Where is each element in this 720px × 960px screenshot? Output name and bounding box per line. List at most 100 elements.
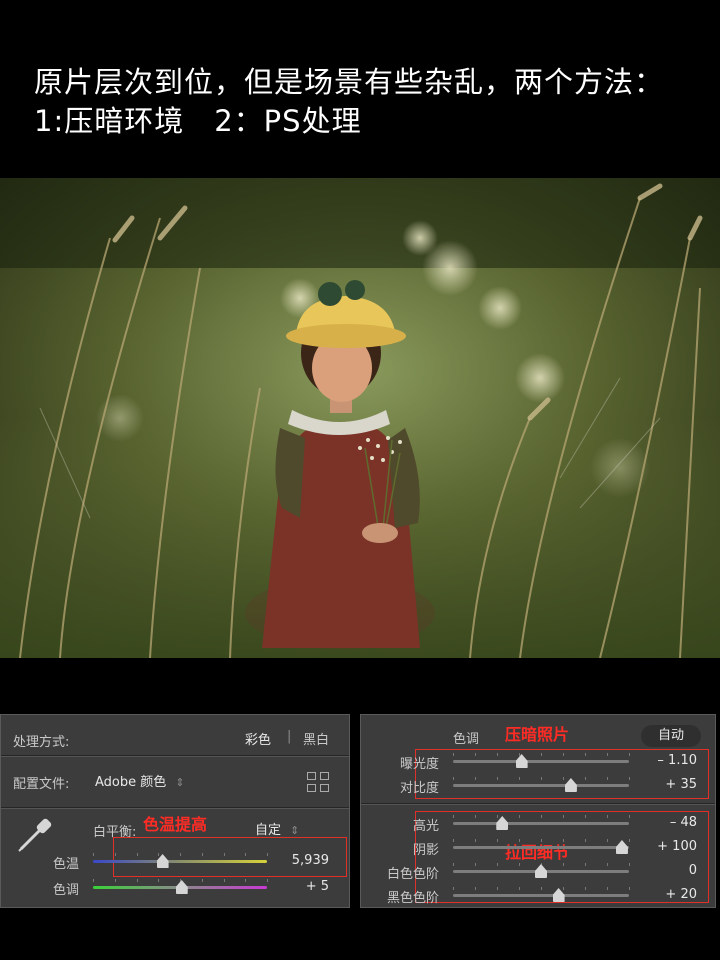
bw-option[interactable]: 黑白 <box>303 729 329 748</box>
slider-tick <box>453 839 454 842</box>
slider-track[interactable] <box>93 860 267 863</box>
slider-tick <box>114 879 116 882</box>
slider-tick <box>607 839 608 842</box>
slider-tick <box>629 887 630 890</box>
profile-browser-grid-icon[interactable] <box>307 772 331 794</box>
slider-tick <box>180 853 181 856</box>
slider-value[interactable]: + 100 <box>657 839 697 854</box>
wb-dropdown[interactable]: 自定 ⇕ <box>255 819 299 838</box>
slider-tick <box>453 887 454 890</box>
slider-tick <box>93 853 94 856</box>
slider-value[interactable]: + 35 <box>665 777 697 792</box>
slider-value[interactable]: + 20 <box>665 887 697 902</box>
slider-tick <box>563 753 564 756</box>
slider-tick <box>497 753 498 756</box>
slider-tick <box>563 863 564 866</box>
slider-tick <box>497 815 498 818</box>
basic-panel-left: 处理方式: 彩色 | 黑白 配置文件: Adobe 颜色 ⇕ 白平衡: 自定 ⇕… <box>0 714 350 908</box>
slider-tick <box>475 863 476 866</box>
slider-tick <box>541 815 542 818</box>
slider-row: 高光 – 48 <box>361 813 715 834</box>
slider-tick <box>475 815 476 818</box>
slider-tick <box>629 753 630 756</box>
slider-tick <box>563 777 564 780</box>
slider-tick <box>453 815 454 818</box>
slider-tick <box>585 777 586 780</box>
slider-label: 曝光度 <box>399 757 439 772</box>
slider-tick <box>114 853 116 856</box>
color-option[interactable]: 彩色 <box>245 729 271 748</box>
slider-tick <box>158 879 160 882</box>
slider-tick <box>519 863 520 866</box>
eyedropper-icon[interactable] <box>15 815 55 855</box>
slider-row: 对比度 + 35 <box>361 775 715 796</box>
slider-tick <box>541 887 542 890</box>
profile-dropdown[interactable]: Adobe 颜色 ⇕ <box>95 771 185 790</box>
slider-label: 色调 <box>52 883 79 898</box>
slider-tick <box>519 839 520 842</box>
slider-tick <box>563 887 564 890</box>
slider-tick <box>563 839 564 842</box>
slider-tick <box>585 815 586 818</box>
slider-tick <box>585 887 586 890</box>
slider-tick <box>93 879 94 882</box>
slider-tick <box>136 879 138 882</box>
slider-track[interactable] <box>453 846 629 849</box>
profile-chevron-icon: ⇕ <box>175 776 185 789</box>
slider-tick <box>223 853 225 856</box>
slider-value[interactable]: – 1.10 <box>657 753 697 768</box>
slider-tick <box>519 815 520 818</box>
profile-value: Adobe 颜色 <box>95 775 167 790</box>
slider-tick <box>475 777 476 780</box>
slider-tick <box>607 753 608 756</box>
slider-track[interactable] <box>453 760 629 763</box>
annotation-wb: 色温提高 <box>143 815 208 834</box>
slider-track[interactable] <box>453 822 629 825</box>
slider-tick <box>541 777 542 780</box>
slider-value[interactable]: – 48 <box>670 815 697 830</box>
slider-tick <box>563 815 564 818</box>
slider-tick <box>519 887 520 890</box>
slider-tick <box>201 853 203 856</box>
slider-tick <box>475 753 476 756</box>
slider-label: 色温 <box>52 857 79 872</box>
slider-tick <box>497 839 498 842</box>
basic-panel-right: 色调 自动 压暗照片 拉回细节 曝光度 – 1.10 对比度 + 35 高光 – 48 阴影… <box>360 714 716 908</box>
caption-line-1: 原片层次到位，但是场景有些杂乱，两个方法： <box>34 65 665 99</box>
slider-label: 对比度 <box>399 781 439 796</box>
slider-tick <box>245 853 247 856</box>
slider-row: 曝光度 – 1.10 <box>361 751 715 772</box>
slider-tick <box>497 777 498 780</box>
slider-tick <box>453 777 454 780</box>
slider-tick <box>607 887 608 890</box>
slider-value[interactable]: 0 <box>689 863 697 878</box>
slider-tick <box>497 863 498 866</box>
slider-tick <box>541 753 542 756</box>
slider-tick <box>267 853 268 856</box>
slider-track[interactable] <box>453 894 629 897</box>
slider-tick <box>453 863 454 866</box>
portrait-photo <box>0 178 720 658</box>
slider-tick <box>136 853 138 856</box>
slider-tick <box>629 863 630 866</box>
auto-button[interactable]: 自动 <box>641 725 701 747</box>
slider-tick <box>245 879 247 882</box>
slider-tick <box>607 777 608 780</box>
slider-tick <box>519 777 520 780</box>
slider-tick <box>629 839 630 842</box>
option-separator: | <box>287 729 292 744</box>
slider-row: 黑色色阶 + 20 <box>361 885 715 906</box>
slider-tick <box>585 839 586 842</box>
wb-chevron-icon: ⇕ <box>290 824 300 837</box>
slider-value[interactable]: 5,939 <box>292 853 329 868</box>
slider-tick <box>475 839 476 842</box>
slider-track[interactable] <box>453 784 629 787</box>
slider-tick <box>585 753 586 756</box>
caption-line-2: 1:压暗环境 2：PS处理 <box>34 104 362 138</box>
slider-label: 高光 <box>412 819 439 834</box>
slider-tick <box>201 879 203 882</box>
slider-tick <box>607 863 608 866</box>
slider-tick <box>585 863 586 866</box>
slider-tick <box>607 815 608 818</box>
slider-value[interactable]: + 5 <box>306 879 329 894</box>
